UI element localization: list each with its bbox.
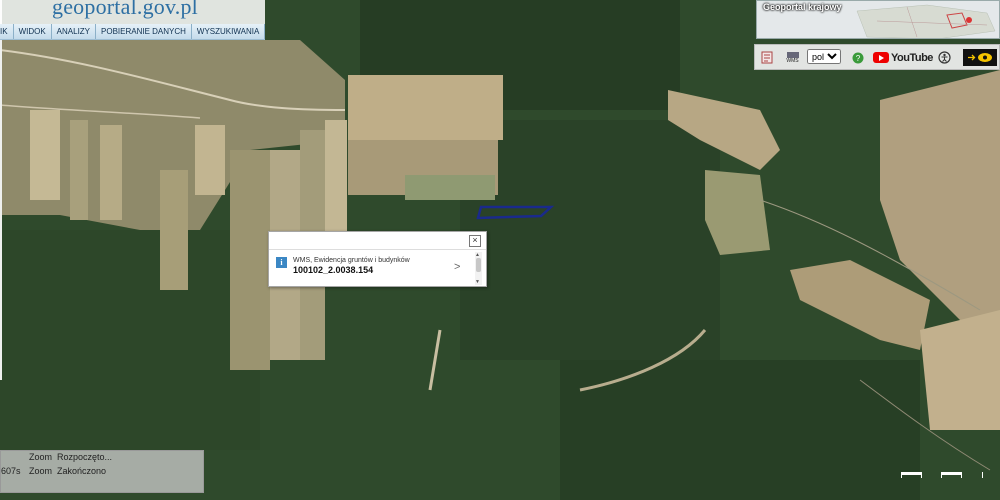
status-action: Zoom — [29, 466, 53, 476]
status-action: Zoom — [29, 452, 53, 462]
field-strip — [195, 125, 225, 195]
status-time: 607s — [1, 466, 21, 476]
scroll-thumb[interactable] — [476, 258, 481, 272]
scale-tick — [941, 472, 942, 478]
status-message: Rozpoczęto... — [57, 452, 113, 462]
high-contrast-toggle[interactable] — [963, 49, 997, 66]
field — [348, 75, 503, 140]
youtube-label: YouTube — [891, 51, 933, 64]
main-menu: IK WIDOK ANALIZY POBIERANIE DANYCH WYSZU… — [0, 24, 266, 40]
scale-tick — [961, 472, 962, 478]
field — [405, 175, 495, 200]
menu-item-wyszukiwania[interactable]: WYSZUKIWANIA — [191, 24, 266, 39]
chevron-right-icon[interactable]: > — [454, 261, 460, 273]
field-strip — [30, 110, 60, 200]
field — [920, 310, 1000, 430]
field-strip — [160, 170, 188, 290]
youtube-link[interactable]: YouTube — [873, 49, 933, 66]
legend-icon[interactable] — [760, 49, 774, 66]
scale-tick — [921, 472, 922, 478]
field-strip — [230, 150, 270, 370]
status-row: 607s Zoom Zakończono — [1, 466, 205, 480]
overview-map[interactable]: Geoportal krajowy — [756, 0, 1000, 39]
parcel-id[interactable]: 100102_2.0038.154 — [293, 265, 373, 275]
youtube-icon — [873, 52, 889, 63]
close-icon[interactable]: × — [469, 235, 481, 247]
accessibility-icon[interactable] — [937, 49, 951, 66]
svg-text:?: ? — [856, 54, 861, 63]
top-toolbar: WMS pol ? YouTube — [754, 44, 1000, 70]
wms-icon[interactable]: WMS — [784, 49, 801, 66]
field-strip — [100, 125, 122, 220]
scroll-down-icon[interactable]: ▼ — [475, 279, 480, 285]
eye-icon — [968, 53, 992, 62]
status-log: Zoom Rozpoczęto... 607s Zoom Zakończono — [0, 450, 204, 493]
menu-item-narzedzia[interactable]: IK — [0, 24, 14, 39]
scale-bar — [901, 472, 983, 478]
logo-bar: geoportal.gov.pl — [0, 0, 265, 24]
info-icon: i — [276, 257, 287, 268]
field — [705, 170, 770, 255]
popup-layer-name: WMS, Ewidencja gruntów i budynków — [293, 257, 410, 264]
wms-label: WMS — [786, 58, 799, 64]
menu-item-pobieranie-danych[interactable]: POBIERANIE DANYCH — [96, 24, 192, 39]
scale-tick — [901, 472, 902, 478]
scale-segment — [941, 472, 961, 475]
field-strip — [70, 120, 88, 220]
forest-dark-patch — [0, 230, 260, 450]
popup-scrollbar[interactable]: ▲ ▼ — [475, 252, 482, 285]
menu-item-widok[interactable]: WIDOK — [13, 24, 52, 39]
help-icon[interactable]: ? — [851, 49, 865, 66]
status-message: Zakończono — [57, 466, 107, 476]
scale-tick — [982, 472, 983, 478]
feature-info-popup: × i WMS, Ewidencja gruntów i budynków 10… — [268, 231, 487, 287]
site-logo[interactable]: geoportal.gov.pl — [52, 0, 198, 20]
overview-map-title: Geoportal krajowy — [763, 2, 842, 12]
language-select[interactable]: pol — [807, 49, 841, 64]
map-tile-gap — [0, 0, 2, 380]
map-canvas[interactable] — [0, 0, 1000, 500]
status-row: Zoom Rozpoczęto... — [1, 452, 205, 466]
menu-item-analizy[interactable]: ANALIZY — [51, 24, 97, 39]
popup-header: × — [269, 232, 486, 250]
scale-segment — [901, 472, 921, 475]
forest-dark-patch — [460, 120, 720, 360]
